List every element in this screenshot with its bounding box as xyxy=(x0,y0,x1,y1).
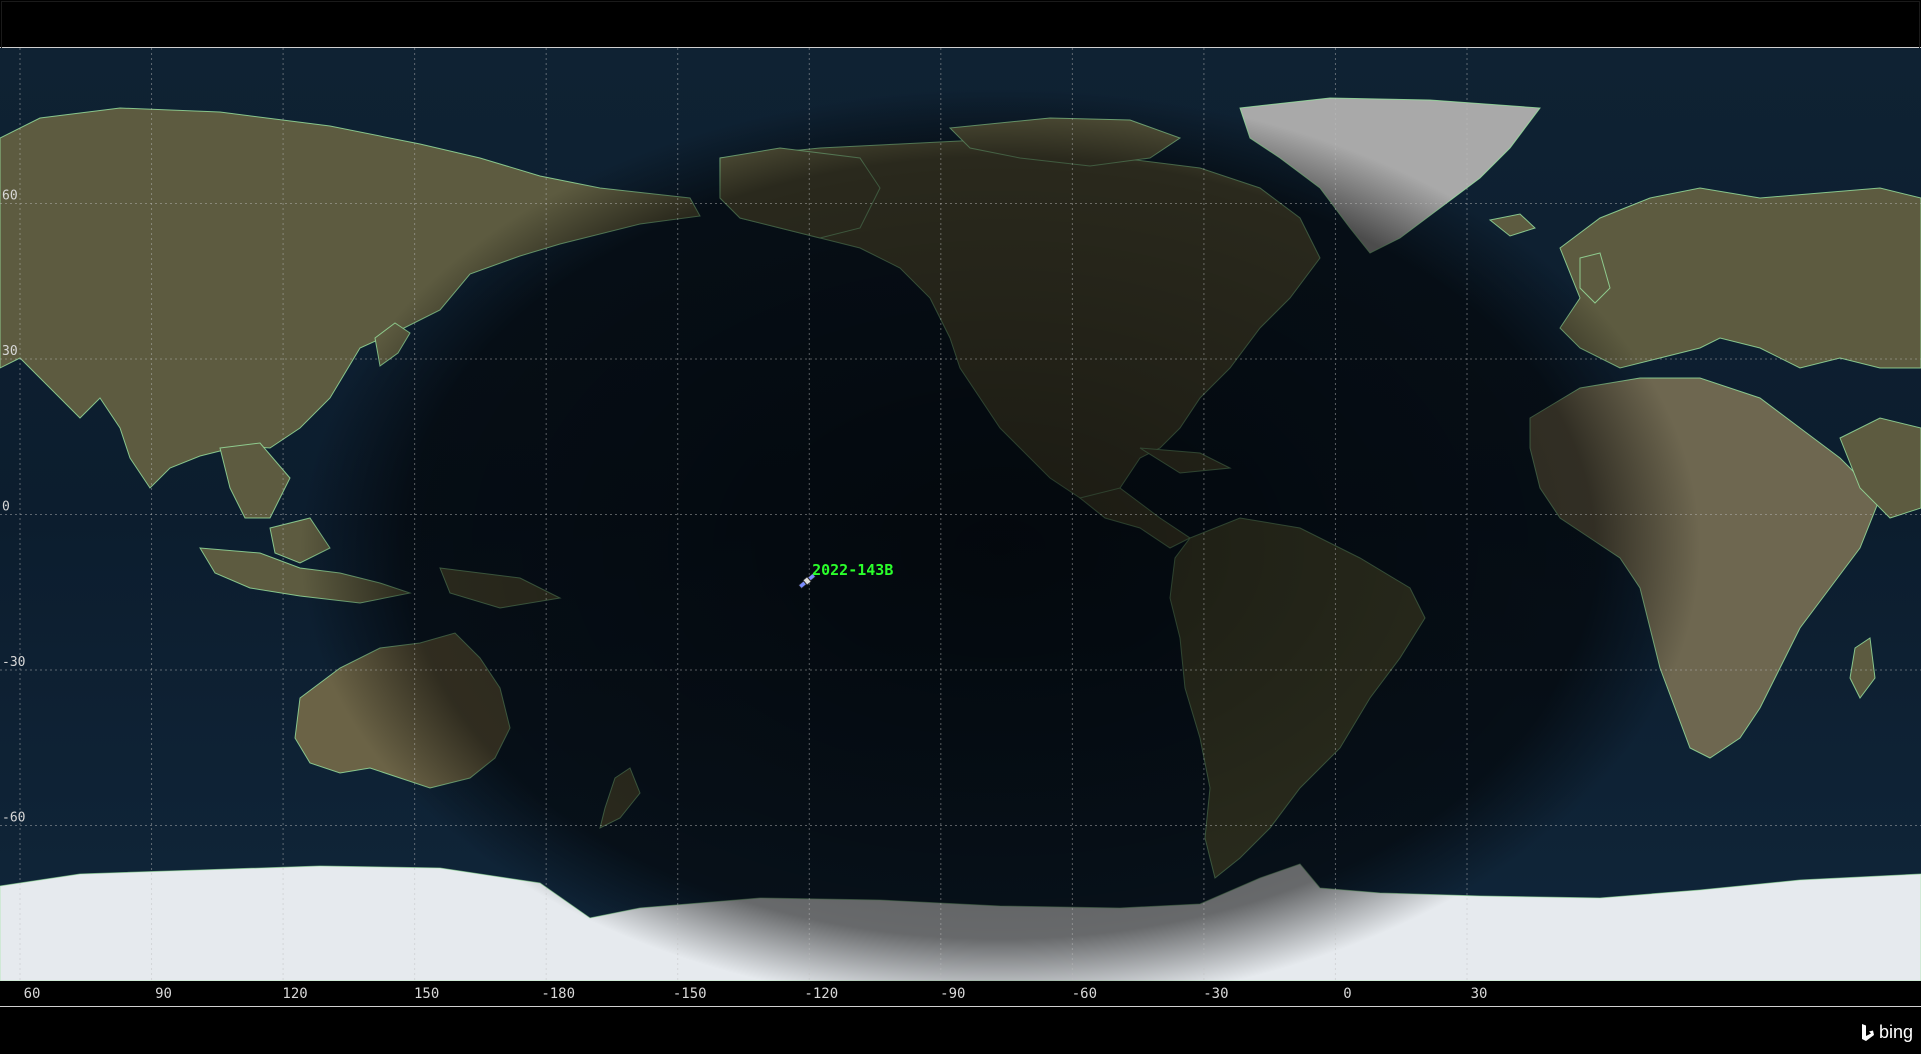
bing-logo-text: bing xyxy=(1878,1022,1913,1042)
x-tick-label: 120 xyxy=(282,986,308,1002)
x-tick-label: -30 xyxy=(1203,986,1229,1002)
x-tick-label: -150 xyxy=(672,986,707,1002)
x-tick-label: -180 xyxy=(541,986,576,1002)
bing-attribution: bing xyxy=(1861,1022,1913,1043)
top-bar-frame xyxy=(1,1,1920,49)
y-tick-label: 60 xyxy=(2,189,18,204)
x-tick-label: 90 xyxy=(155,986,172,1002)
world-map[interactable]: 60 30 0 -30 -60 2022-143B xyxy=(0,48,1921,981)
x-tick-label: -90 xyxy=(940,986,966,1002)
x-tick-label: 30 xyxy=(1470,986,1488,1002)
x-tick-label: 0 xyxy=(1343,986,1352,1002)
x-tick-label: 150 xyxy=(413,986,440,1002)
night-shadow xyxy=(300,88,1700,981)
top-bar xyxy=(0,0,1921,49)
y-tick-label: -30 xyxy=(2,655,25,670)
x-tick-label: -120 xyxy=(804,986,839,1002)
map-window: 60 30 0 -30 -60 2022-143B 60 90 120 150 -180 -150… xyxy=(0,0,1921,1054)
x-tick-label: -60 xyxy=(1071,986,1098,1002)
map-canvas[interactable]: 60 30 0 -30 -60 2022-143B xyxy=(0,48,1921,981)
x-axis: 60 90 120 150 -180 -150 -120 -90 -60 -30 0 30 xyxy=(0,981,1921,1007)
y-tick-label: -60 xyxy=(2,811,25,826)
satellite-label: 2022-143B xyxy=(812,561,893,579)
bottom-bar: bing xyxy=(0,1007,1921,1054)
bing-b-icon xyxy=(1861,1023,1874,1041)
y-tick-label: 0 xyxy=(2,500,10,515)
y-tick-label: 30 xyxy=(2,344,18,359)
x-tick-label: 60 xyxy=(23,986,41,1002)
